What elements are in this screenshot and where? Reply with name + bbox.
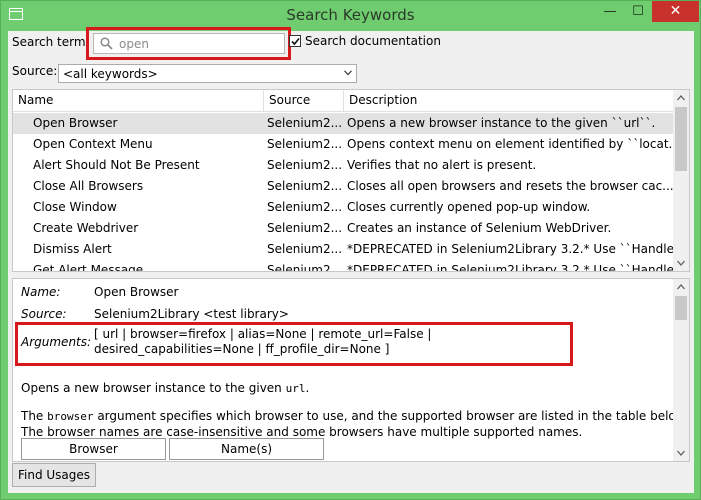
window-title: Search Keywords xyxy=(286,6,415,24)
keyword-name: Open Browser xyxy=(33,116,118,130)
scroll-up-arrow-icon[interactable] xyxy=(673,90,689,106)
detail-name-label: Name: xyxy=(21,285,61,299)
keyword-description: Creates an instance of Selenium WebDrive… xyxy=(347,221,612,235)
table-row[interactable]: Close Window Selenium2... Closes current… xyxy=(13,197,673,218)
table-scrollbar[interactable] xyxy=(673,90,689,271)
browser-column-header: Browser xyxy=(21,438,166,460)
detail-arguments-value: [ url | browser=firefox | alias=None | r… xyxy=(94,327,432,356)
scroll-down-arrow-icon[interactable] xyxy=(673,255,689,271)
doc-paragraph-1: Opens a new browser instance to the give… xyxy=(21,380,309,397)
table-scrollbar-thumb[interactable] xyxy=(675,107,687,171)
column-header-source[interactable]: Source xyxy=(263,90,343,112)
doc-text: argument specifies which browser to use,… xyxy=(93,409,689,423)
scroll-down-arrow-icon[interactable] xyxy=(673,445,689,461)
search-input-value: open xyxy=(119,37,149,51)
keyword-source: Selenium2... xyxy=(267,200,343,214)
keyword-name: Create Webdriver xyxy=(33,221,139,235)
search-highlight-box: open xyxy=(86,27,291,60)
table-body: Open Browser Selenium2... Opens a new br… xyxy=(13,113,673,272)
find-usages-button[interactable]: Find Usages xyxy=(12,463,96,487)
search-term-label: Search term: xyxy=(12,35,90,49)
search-icon xyxy=(100,37,113,50)
search-documentation-label: Search documentation xyxy=(305,34,441,48)
keyword-source: Selenium2... xyxy=(267,158,343,172)
search-keywords-window: Search Keywords — ☐ ✕ Search term: open … xyxy=(0,0,701,500)
source-select-value: <all keywords> xyxy=(63,67,158,81)
search-documentation-checkbox[interactable] xyxy=(289,35,301,47)
table-row[interactable]: Get Alert Message Selenium2... *DEPRECAT… xyxy=(13,260,673,272)
search-input[interactable]: open xyxy=(93,33,285,54)
detail-arguments-label: Arguments: xyxy=(21,335,92,349)
doc-code: url xyxy=(285,382,306,395)
table-row[interactable]: Create Webdriver Selenium2... Creates an… xyxy=(13,218,673,239)
doc-code: browser xyxy=(47,410,94,423)
keyword-name: Alert Should Not Be Present xyxy=(33,158,200,172)
source-label: Source: xyxy=(12,64,58,78)
detail-scrollbar-thumb[interactable] xyxy=(675,296,687,320)
doc-text: Opens a new browser instance to the give… xyxy=(21,381,286,395)
keyword-source: Selenium2... xyxy=(267,221,343,235)
keyword-source: Selenium2... xyxy=(267,137,343,151)
keyword-name: Get Alert Message xyxy=(33,263,144,272)
names-column-header: Name(s) xyxy=(169,438,324,460)
table-row[interactable]: Dismiss Alert Selenium2... *DEPRECATED i… xyxy=(13,239,673,260)
maximize-button[interactable]: ☐ xyxy=(625,1,651,22)
doc-paragraph-2: The browser argument specifies which bro… xyxy=(21,408,688,425)
keyword-description: *DEPRECATED in Selenium2Library 3.2.* Us… xyxy=(347,242,673,256)
column-header-description[interactable]: Description xyxy=(343,90,673,112)
keyword-name: Close Window xyxy=(33,200,117,214)
keyword-source: Selenium2... xyxy=(267,179,343,193)
detail-source-label: Source: xyxy=(21,307,67,321)
keyword-table: Name Source Description Open Browser Sel… xyxy=(12,89,690,272)
column-header-name[interactable]: Name xyxy=(13,90,263,112)
keyword-source: Selenium2... xyxy=(267,263,343,272)
table-header: Name Source Description xyxy=(13,90,673,112)
source-select[interactable]: <all keywords> xyxy=(58,64,357,83)
scroll-up-arrow-icon[interactable] xyxy=(673,279,689,295)
table-row[interactable]: Alert Should Not Be Present Selenium2...… xyxy=(13,155,673,176)
minimize-button[interactable]: — xyxy=(597,1,623,22)
detail-scrollbar[interactable] xyxy=(673,279,689,461)
keyword-name: Dismiss Alert xyxy=(33,242,112,256)
keyword-description: Verifies that no alert is present. xyxy=(347,158,537,172)
doc-text: . xyxy=(305,381,310,395)
table-row[interactable]: Open Browser Selenium2... Opens a new br… xyxy=(13,113,673,134)
arguments-highlight-box: Arguments: [ url | browser=firefox | ali… xyxy=(15,322,573,366)
keyword-name: Close All Browsers xyxy=(33,179,144,193)
detail-name-value: Open Browser xyxy=(94,285,179,299)
keyword-source: Selenium2... xyxy=(267,116,343,130)
keyword-description: Closes currently opened pop-up window. xyxy=(347,200,591,214)
dialog-body: Search term: open Search documentation S… xyxy=(8,27,694,493)
keyword-source: Selenium2... xyxy=(267,242,343,256)
detail-source-value: Selenium2Library <test library> xyxy=(94,307,289,321)
close-button[interactable]: ✕ xyxy=(652,1,699,22)
doc-text: The xyxy=(21,409,48,423)
chevron-down-icon xyxy=(344,70,352,76)
table-row[interactable]: Open Context Menu Selenium2... Opens con… xyxy=(13,134,673,155)
keyword-description: Closes all open browsers and resets the … xyxy=(347,179,673,193)
keyword-name: Open Context Menu xyxy=(33,137,153,151)
keyword-detail-pane: Name: Open Browser Source: Selenium2Libr… xyxy=(12,278,690,462)
keyword-description: *DEPRECATED in Selenium2Library 3.2.* Us… xyxy=(347,263,673,272)
keyword-description: Opens context menu on element identified… xyxy=(347,137,673,151)
table-row[interactable]: Close All Browsers Selenium2... Closes a… xyxy=(13,176,673,197)
checkmark-icon xyxy=(291,37,300,46)
keyword-description: Opens a new browser instance to the give… xyxy=(347,116,656,130)
